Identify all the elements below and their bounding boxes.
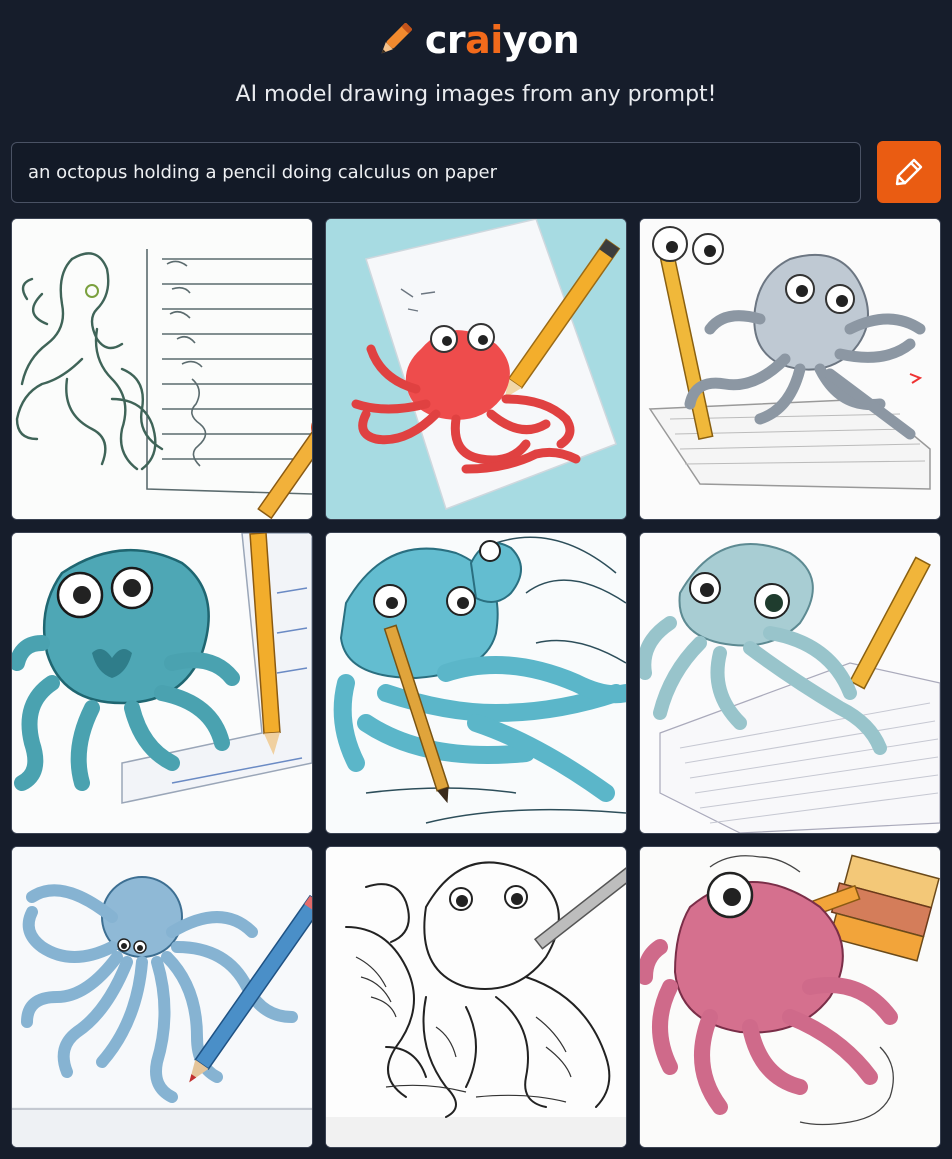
result-image-4[interactable]: [11, 532, 313, 834]
draw-button[interactable]: [877, 141, 941, 203]
octopus-image: [640, 533, 940, 833]
result-image-6[interactable]: [639, 532, 941, 834]
octopus-image: [12, 533, 312, 833]
result-image-5[interactable]: [325, 532, 627, 834]
tagline: AI model drawing images from any prompt!: [235, 82, 717, 107]
result-image-3[interactable]: [639, 218, 941, 520]
logo-ai: ai: [465, 18, 503, 62]
pencil-icon: [895, 158, 923, 186]
results-grid: [11, 218, 941, 1149]
octopus-image: [326, 847, 626, 1147]
prompt-input[interactable]: [11, 142, 861, 203]
pencil-logo-icon: [381, 23, 412, 54]
result-image-8[interactable]: [325, 846, 627, 1148]
octopus-image: [326, 533, 626, 833]
result-image-1[interactable]: [11, 218, 313, 520]
octopus-image: [12, 219, 312, 519]
result-image-2[interactable]: [325, 218, 627, 520]
result-image-9[interactable]: [639, 846, 941, 1148]
logo-prefix: cr: [424, 18, 466, 62]
logo-wordmark: craiyon: [424, 18, 580, 62]
octopus-image: [640, 219, 940, 519]
craiyon-page: craiyon AI model drawing images from any…: [0, 0, 952, 1159]
logo[interactable]: craiyon: [0, 12, 952, 68]
octopus-image: [640, 847, 940, 1147]
logo-suffix: yon: [502, 18, 580, 62]
octopus-image: [12, 847, 312, 1147]
octopus-image: [326, 219, 626, 519]
result-image-7[interactable]: [11, 846, 313, 1148]
